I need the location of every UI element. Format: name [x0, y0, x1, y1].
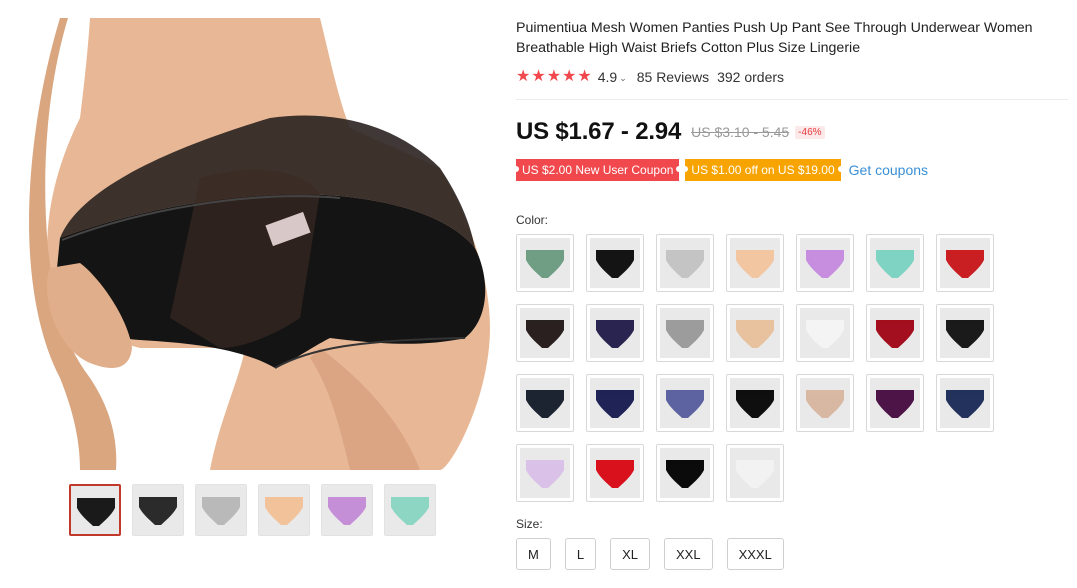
- rating-stars: ★ ★ ★ ★ ★: [516, 69, 592, 85]
- color-swatch-image: [590, 238, 640, 288]
- chevron-down-icon[interactable]: ⌄: [619, 73, 627, 84]
- color-swatch-image: [940, 308, 990, 358]
- color-option[interactable]: [936, 304, 994, 362]
- color-swatch-image: [730, 308, 780, 358]
- color-swatch-image: [590, 448, 640, 498]
- color-option[interactable]: [656, 444, 714, 502]
- size-option-m[interactable]: M: [516, 538, 551, 570]
- size-label: Size:: [516, 517, 543, 531]
- color-option[interactable]: [726, 374, 784, 432]
- color-option[interactable]: [866, 304, 924, 362]
- color-option[interactable]: [656, 234, 714, 292]
- color-option[interactable]: [796, 374, 854, 432]
- star-icon: ★: [577, 68, 592, 85]
- color-swatch-image: [870, 308, 920, 358]
- thumbnail-image: [385, 485, 435, 535]
- color-option[interactable]: [586, 304, 644, 362]
- color-swatch-image: [520, 238, 570, 288]
- color-option[interactable]: [866, 374, 924, 432]
- size-option-xxxl[interactable]: XXXL: [726, 538, 784, 570]
- size-option-xl[interactable]: XL: [610, 538, 650, 570]
- color-swatch-image: [590, 308, 640, 358]
- color-swatch-image: [660, 308, 710, 358]
- thumbnail-image: [71, 486, 119, 534]
- thumbnail-image: [322, 485, 372, 535]
- color-swatch-image: [800, 378, 850, 428]
- gallery-thumbnail[interactable]: [321, 484, 373, 536]
- current-price: US $1.67 - 2.94: [516, 118, 682, 145]
- thumbnail-image: [259, 485, 309, 535]
- color-option[interactable]: [516, 444, 574, 502]
- color-swatch-image: [520, 308, 570, 358]
- color-swatch-image: [870, 238, 920, 288]
- color-swatch-image: [660, 378, 710, 428]
- orders-count: 392 orders: [717, 69, 785, 85]
- gallery-thumbnail[interactable]: [195, 484, 247, 536]
- color-swatch-image: [940, 378, 990, 428]
- color-option[interactable]: [796, 234, 854, 292]
- original-price: US $3.10 - 5.45: [691, 124, 790, 140]
- size-options: M L XL XXL XXXL: [516, 538, 1068, 570]
- thumbnail-image: [196, 485, 246, 535]
- gallery-thumbnail[interactable]: [258, 484, 310, 536]
- color-swatch-image: [800, 308, 850, 358]
- product-info-panel: Puimentiua Mesh Women Panties Push Up Pa…: [512, 18, 1068, 570]
- color-option[interactable]: [656, 374, 714, 432]
- rating-row: ★ ★ ★ ★ ★ 4.9 ⌄ 85 Reviews 392 orders: [516, 69, 1068, 86]
- color-swatch-image: [730, 448, 780, 498]
- color-swatch-image: [660, 238, 710, 288]
- reviews-link[interactable]: 85 Reviews: [637, 69, 709, 85]
- color-swatch-image: [730, 378, 780, 428]
- star-icon: ★: [562, 68, 577, 85]
- get-coupons-link[interactable]: Get coupons: [849, 162, 928, 178]
- color-swatch-image: [730, 238, 780, 288]
- color-option[interactable]: [796, 304, 854, 362]
- new-user-coupon[interactable]: US $2.00 New User Coupon: [512, 159, 683, 181]
- color-option[interactable]: [586, 374, 644, 432]
- star-icon: ★: [546, 68, 562, 85]
- color-swatch-image: [940, 238, 990, 288]
- gallery-thumbnail[interactable]: [384, 484, 436, 536]
- color-option[interactable]: [726, 444, 784, 502]
- color-swatch-image: [590, 378, 640, 428]
- size-option-l[interactable]: L: [564, 538, 597, 570]
- color-option[interactable]: [726, 234, 784, 292]
- color-option[interactable]: [656, 304, 714, 362]
- color-option[interactable]: [516, 374, 574, 432]
- main-product-image[interactable]: [20, 18, 492, 470]
- coupon-row: US $2.00 New User Coupon US $1.00 off on…: [512, 159, 1068, 181]
- color-option[interactable]: [726, 304, 784, 362]
- color-label: Color:: [516, 213, 549, 227]
- color-swatch-image: [660, 448, 710, 498]
- divider: [516, 99, 1068, 100]
- color-swatch-image: [870, 378, 920, 428]
- color-option[interactable]: [936, 374, 994, 432]
- price-row: US $1.67 - 2.94 US $3.10 - 5.45 -46%: [516, 118, 1068, 146]
- color-option[interactable]: [866, 234, 924, 292]
- color-option[interactable]: [936, 234, 994, 292]
- discount-badge: -46%: [795, 125, 825, 139]
- thumbnail-strip: [69, 484, 436, 536]
- color-options-grid: [516, 234, 1068, 502]
- color-option[interactable]: [516, 304, 574, 362]
- product-title: Puimentiua Mesh Women Panties Push Up Pa…: [516, 20, 1033, 56]
- color-option[interactable]: [516, 234, 574, 292]
- rating-value[interactable]: 4.9: [598, 69, 617, 85]
- size-option-xxl[interactable]: XXL: [663, 538, 713, 570]
- star-icon: ★: [516, 68, 531, 85]
- color-option[interactable]: [586, 444, 644, 502]
- star-icon: ★: [531, 68, 546, 85]
- color-swatch-image: [800, 238, 850, 288]
- store-coupon[interactable]: US $1.00 off on US $19.00: [682, 159, 844, 181]
- color-option[interactable]: [586, 234, 644, 292]
- gallery-thumbnail[interactable]: [69, 484, 121, 536]
- color-swatch-image: [520, 378, 570, 428]
- thumbnail-image: [133, 485, 183, 535]
- color-swatch-image: [520, 448, 570, 498]
- gallery-thumbnail[interactable]: [132, 484, 184, 536]
